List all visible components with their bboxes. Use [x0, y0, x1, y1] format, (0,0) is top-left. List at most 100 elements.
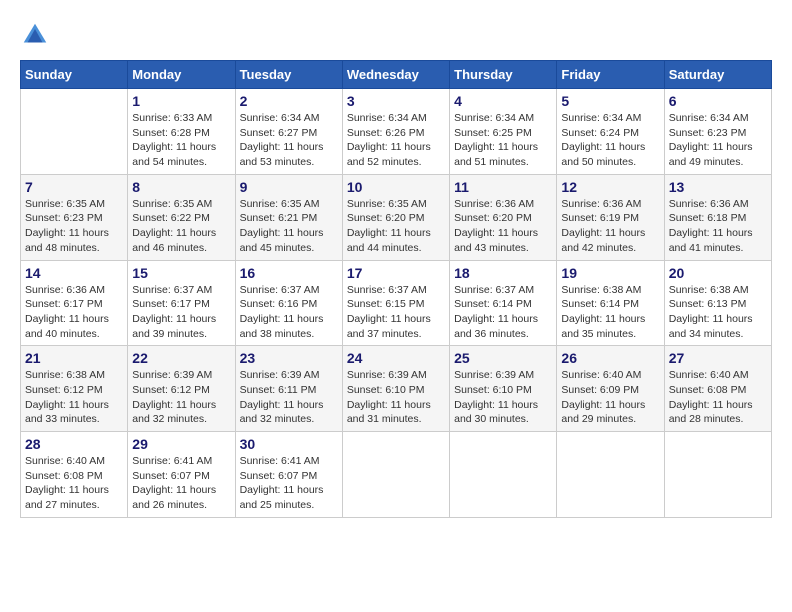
- day-cell: 29 Sunrise: 6:41 AMSunset: 6:07 PMDayligh…: [128, 432, 235, 518]
- day-info: Sunrise: 6:38 AMSunset: 6:13 PMDaylight:…: [669, 283, 767, 342]
- column-header-tuesday: Tuesday: [235, 61, 342, 89]
- day-cell: 15 Sunrise: 6:37 AMSunset: 6:17 PMDayligh…: [128, 260, 235, 346]
- day-cell: 24 Sunrise: 6:39 AMSunset: 6:10 PMDayligh…: [342, 346, 449, 432]
- logo-icon: [20, 20, 50, 50]
- day-number: 10: [347, 179, 445, 195]
- calendar-body: 1Sunrise: 6:33 AMSunset: 6:28 PMDaylight…: [21, 89, 772, 518]
- day-info: Sunrise: 6:41 AMSunset: 6:07 PMDaylight:…: [240, 454, 338, 513]
- day-info: Sunrise: 6:35 AMSunset: 6:22 PMDaylight:…: [132, 197, 230, 256]
- day-cell: 21 Sunrise: 6:38 AMSunset: 6:12 PMDayligh…: [21, 346, 128, 432]
- day-info: Sunrise: 6:36 AMSunset: 6:19 PMDaylight:…: [561, 197, 659, 256]
- day-cell: 4Sunrise: 6:34 AMSunset: 6:25 PMDaylight…: [450, 89, 557, 175]
- day-number: 22: [132, 350, 230, 366]
- day-number: 11: [454, 179, 552, 195]
- day-number: 2: [240, 93, 338, 109]
- day-number: 1: [132, 93, 230, 109]
- day-cell: 8 Sunrise: 6:35 AMSunset: 6:22 PMDaylight…: [128, 174, 235, 260]
- week-row-2: 7Sunrise: 6:35 AMSunset: 6:23 PMDaylight…: [21, 174, 772, 260]
- day-number: 3: [347, 93, 445, 109]
- day-number: 7: [25, 179, 123, 195]
- day-cell: 20Sunrise: 6:38 AMSunset: 6:13 PMDayligh…: [664, 260, 771, 346]
- day-cell: 28 Sunrise: 6:40 AMSunset: 6:08 PMDayligh…: [21, 432, 128, 518]
- day-info: Sunrise: 6:36 AMSunset: 6:17 PMDaylight:…: [25, 283, 123, 342]
- day-cell: 19 Sunrise: 6:38 AMSunset: 6:14 PMDayligh…: [557, 260, 664, 346]
- day-number: 8: [132, 179, 230, 195]
- day-info: Sunrise: 6:38 AMSunset: 6:12 PMDaylight:…: [25, 368, 123, 427]
- day-cell: 17 Sunrise: 6:37 AMSunset: 6:15 PMDayligh…: [342, 260, 449, 346]
- day-number: 28: [25, 436, 123, 452]
- day-cell: 1Sunrise: 6:33 AMSunset: 6:28 PMDaylight…: [128, 89, 235, 175]
- day-info: Sunrise: 6:38 AMSunset: 6:14 PMDaylight:…: [561, 283, 659, 342]
- day-info: Sunrise: 6:34 AMSunset: 6:26 PMDaylight:…: [347, 111, 445, 170]
- day-number: 12: [561, 179, 659, 195]
- day-number: 15: [132, 265, 230, 281]
- day-cell: [664, 432, 771, 518]
- day-number: 19: [561, 265, 659, 281]
- page-header: [20, 20, 772, 50]
- day-info: Sunrise: 6:36 AMSunset: 6:18 PMDaylight:…: [669, 197, 767, 256]
- day-info: Sunrise: 6:37 AMSunset: 6:15 PMDaylight:…: [347, 283, 445, 342]
- day-info: Sunrise: 6:39 AMSunset: 6:10 PMDaylight:…: [347, 368, 445, 427]
- day-info: Sunrise: 6:39 AMSunset: 6:11 PMDaylight:…: [240, 368, 338, 427]
- day-cell: 6 Sunrise: 6:34 AMSunset: 6:23 PMDaylight…: [664, 89, 771, 175]
- day-cell: 5 Sunrise: 6:34 AMSunset: 6:24 PMDaylight…: [557, 89, 664, 175]
- column-header-wednesday: Wednesday: [342, 61, 449, 89]
- week-row-1: 1Sunrise: 6:33 AMSunset: 6:28 PMDaylight…: [21, 89, 772, 175]
- day-info: Sunrise: 6:34 AMSunset: 6:23 PMDaylight:…: [669, 111, 767, 170]
- day-info: Sunrise: 6:34 AMSunset: 6:24 PMDaylight:…: [561, 111, 659, 170]
- day-info: Sunrise: 6:37 AMSunset: 6:16 PMDaylight:…: [240, 283, 338, 342]
- logo: [20, 20, 52, 50]
- day-number: 16: [240, 265, 338, 281]
- day-number: 24: [347, 350, 445, 366]
- day-number: 26: [561, 350, 659, 366]
- day-cell: 25Sunrise: 6:39 AMSunset: 6:10 PMDayligh…: [450, 346, 557, 432]
- day-number: 25: [454, 350, 552, 366]
- day-cell: [342, 432, 449, 518]
- day-cell: [21, 89, 128, 175]
- week-row-3: 14 Sunrise: 6:36 AMSunset: 6:17 PMDayligh…: [21, 260, 772, 346]
- day-info: Sunrise: 6:34 AMSunset: 6:27 PMDaylight:…: [240, 111, 338, 170]
- day-cell: 23 Sunrise: 6:39 AMSunset: 6:11 PMDayligh…: [235, 346, 342, 432]
- day-cell: 22 Sunrise: 6:39 AMSunset: 6:12 PMDayligh…: [128, 346, 235, 432]
- day-number: 14: [25, 265, 123, 281]
- day-number: 29: [132, 436, 230, 452]
- day-info: Sunrise: 6:37 AMSunset: 6:17 PMDaylight:…: [132, 283, 230, 342]
- day-number: 17: [347, 265, 445, 281]
- day-info: Sunrise: 6:37 AMSunset: 6:14 PMDaylight:…: [454, 283, 552, 342]
- calendar-table: SundayMondayTuesdayWednesdayThursdayFrid…: [20, 60, 772, 518]
- day-number: 9: [240, 179, 338, 195]
- day-number: 21: [25, 350, 123, 366]
- day-number: 6: [669, 93, 767, 109]
- calendar-header: SundayMondayTuesdayWednesdayThursdayFrid…: [21, 61, 772, 89]
- day-cell: 9 Sunrise: 6:35 AMSunset: 6:21 PMDaylight…: [235, 174, 342, 260]
- day-info: Sunrise: 6:41 AMSunset: 6:07 PMDaylight:…: [132, 454, 230, 513]
- day-info: Sunrise: 6:36 AMSunset: 6:20 PMDaylight:…: [454, 197, 552, 256]
- day-cell: 18 Sunrise: 6:37 AMSunset: 6:14 PMDayligh…: [450, 260, 557, 346]
- day-info: Sunrise: 6:40 AMSunset: 6:08 PMDaylight:…: [25, 454, 123, 513]
- day-number: 13: [669, 179, 767, 195]
- day-cell: 12 Sunrise: 6:36 AMSunset: 6:19 PMDayligh…: [557, 174, 664, 260]
- day-cell: 30Sunrise: 6:41 AMSunset: 6:07 PMDayligh…: [235, 432, 342, 518]
- day-cell: 27Sunrise: 6:40 AMSunset: 6:08 PMDayligh…: [664, 346, 771, 432]
- day-info: Sunrise: 6:35 AMSunset: 6:21 PMDaylight:…: [240, 197, 338, 256]
- day-cell: 7Sunrise: 6:35 AMSunset: 6:23 PMDaylight…: [21, 174, 128, 260]
- day-cell: 14 Sunrise: 6:36 AMSunset: 6:17 PMDayligh…: [21, 260, 128, 346]
- day-number: 23: [240, 350, 338, 366]
- day-cell: 2 Sunrise: 6:34 AMSunset: 6:27 PMDaylight…: [235, 89, 342, 175]
- day-cell: 3 Sunrise: 6:34 AMSunset: 6:26 PMDaylight…: [342, 89, 449, 175]
- day-cell: 13 Sunrise: 6:36 AMSunset: 6:18 PMDayligh…: [664, 174, 771, 260]
- day-number: 27: [669, 350, 767, 366]
- column-header-sunday: Sunday: [21, 61, 128, 89]
- day-number: 4: [454, 93, 552, 109]
- day-number: 5: [561, 93, 659, 109]
- week-row-5: 28 Sunrise: 6:40 AMSunset: 6:08 PMDayligh…: [21, 432, 772, 518]
- day-info: Sunrise: 6:39 AMSunset: 6:12 PMDaylight:…: [132, 368, 230, 427]
- header-row: SundayMondayTuesdayWednesdayThursdayFrid…: [21, 61, 772, 89]
- day-info: Sunrise: 6:35 AMSunset: 6:20 PMDaylight:…: [347, 197, 445, 256]
- day-info: Sunrise: 6:40 AMSunset: 6:09 PMDaylight:…: [561, 368, 659, 427]
- column-header-saturday: Saturday: [664, 61, 771, 89]
- column-header-monday: Monday: [128, 61, 235, 89]
- day-cell: 16 Sunrise: 6:37 AMSunset: 6:16 PMDayligh…: [235, 260, 342, 346]
- week-row-4: 21 Sunrise: 6:38 AMSunset: 6:12 PMDayligh…: [21, 346, 772, 432]
- day-number: 18: [454, 265, 552, 281]
